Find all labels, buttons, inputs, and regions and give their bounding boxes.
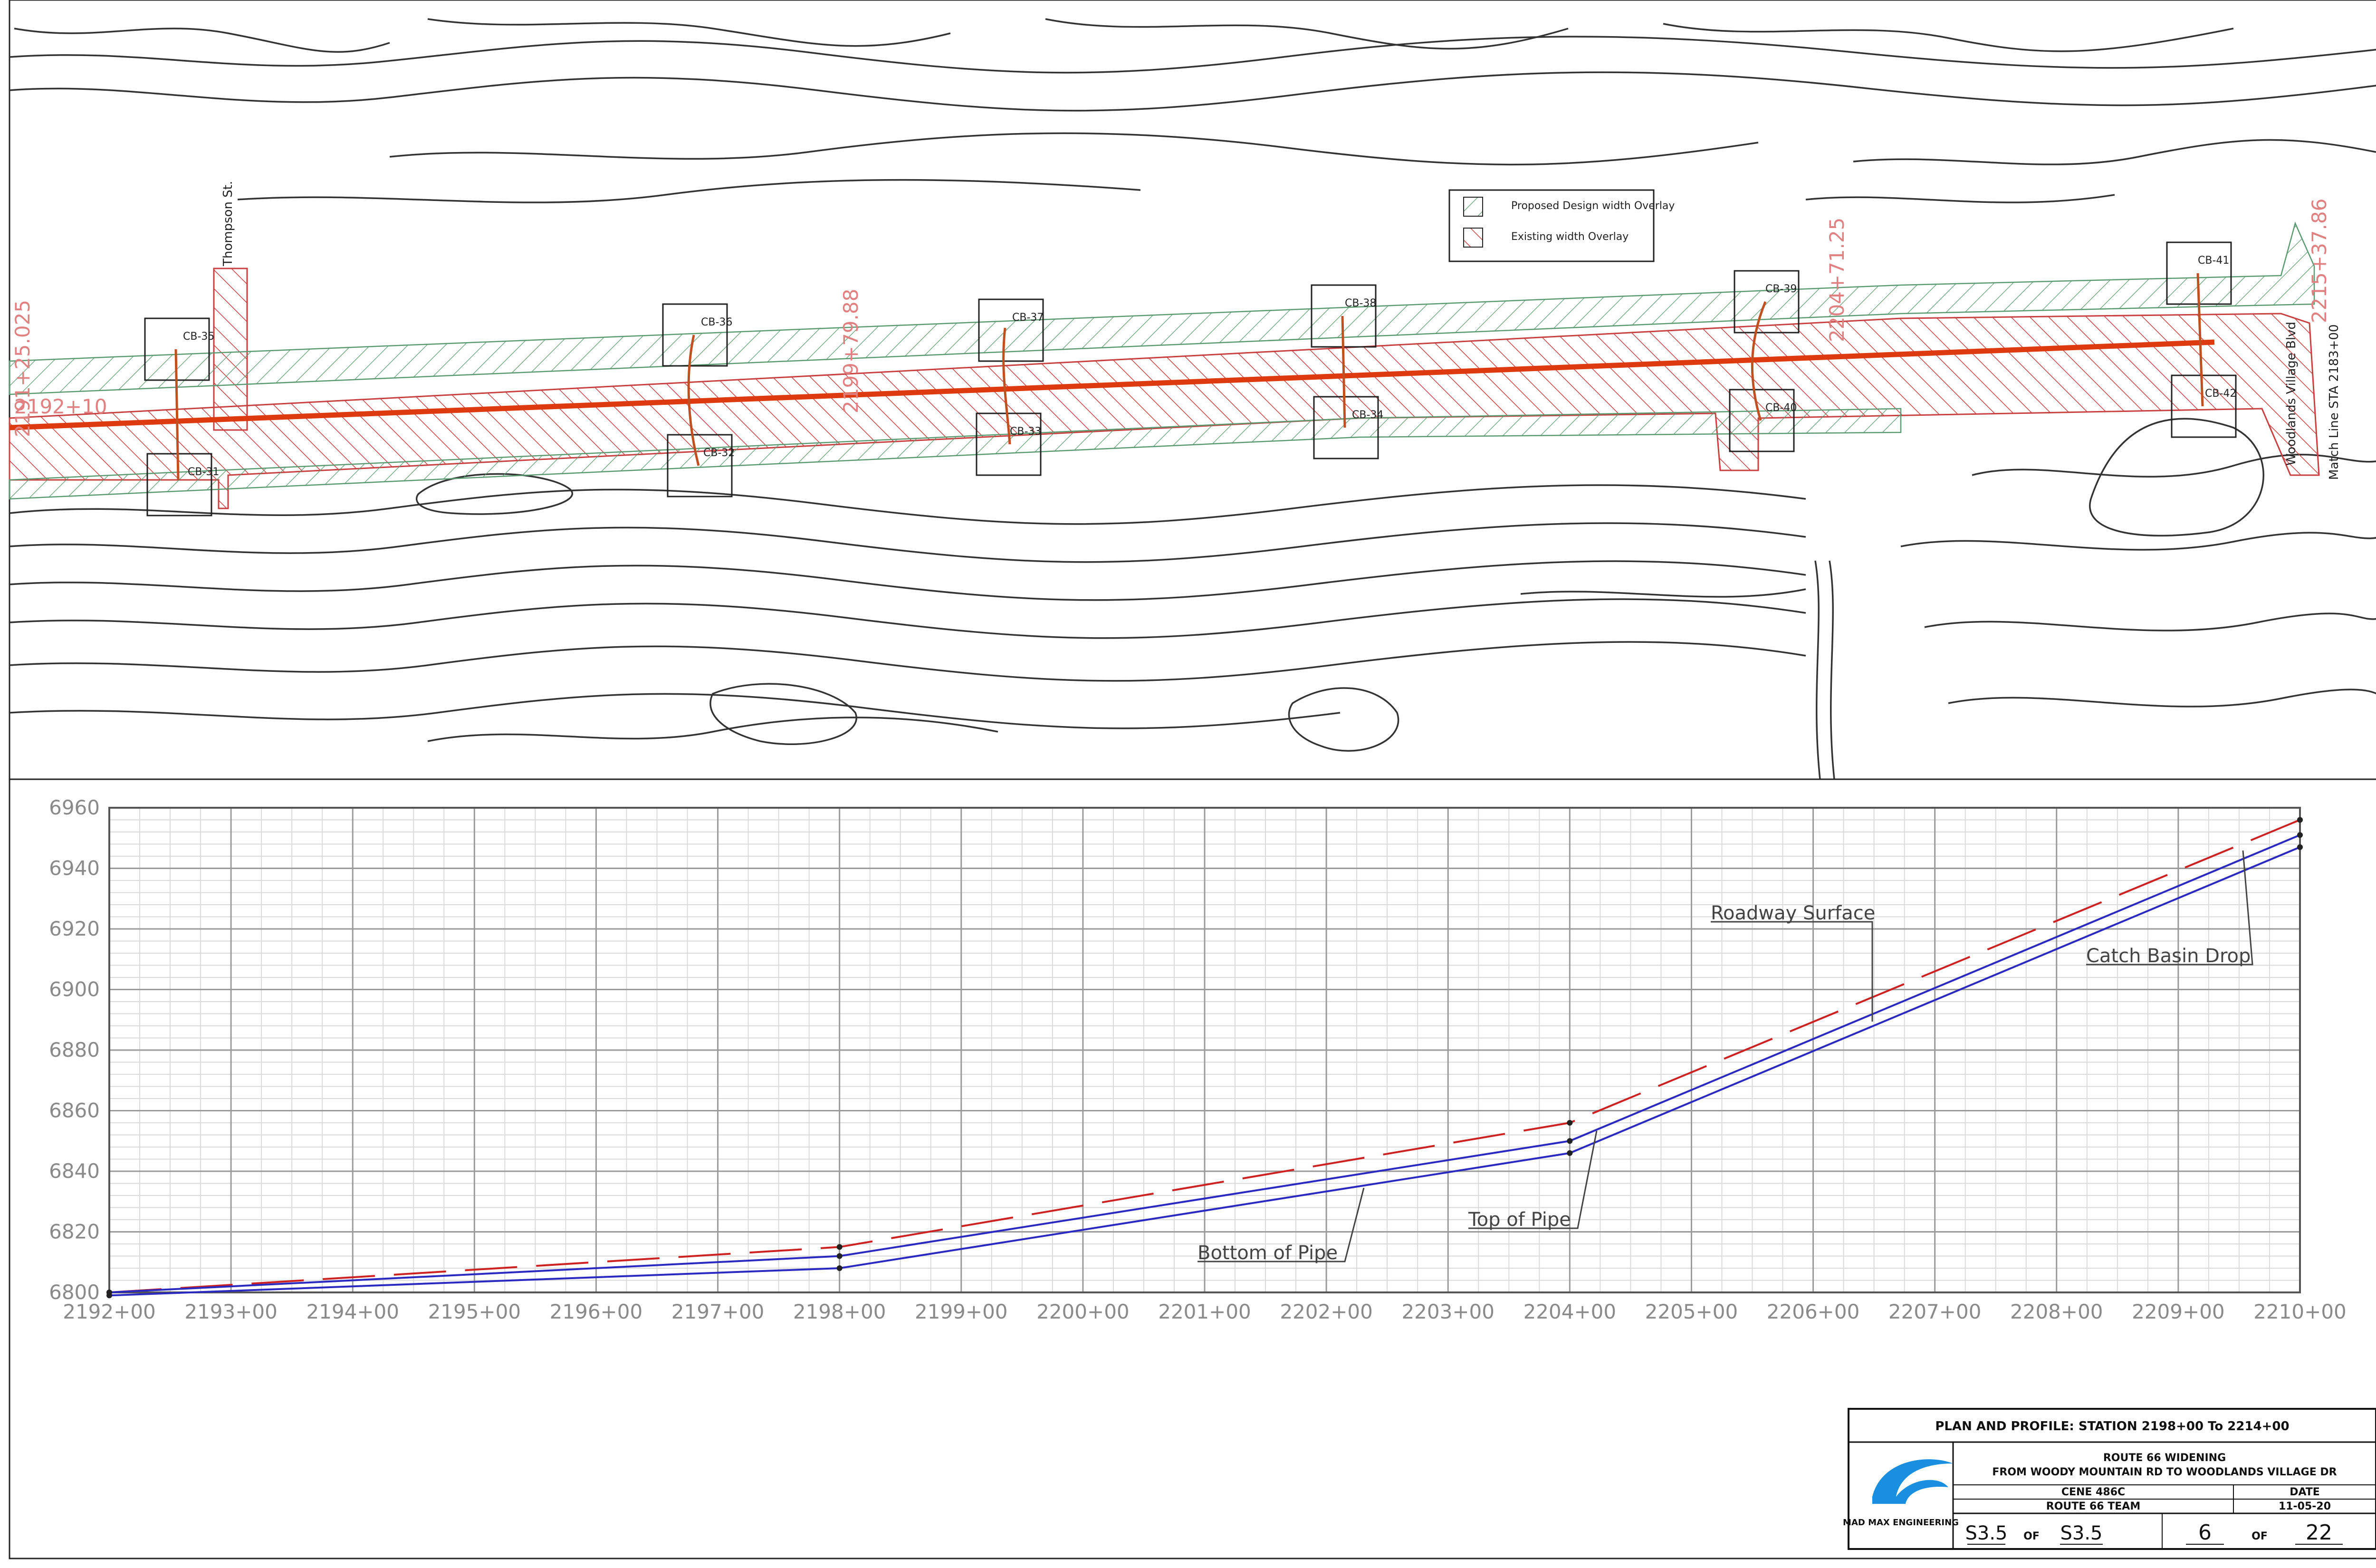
y-tick-label: 6800 [49,1281,100,1304]
team-name: ROUTE 66 TEAM [2046,1501,2140,1512]
station-label: 2199+79.88 [839,289,862,413]
y-tick-label: 6940 [49,857,100,880]
sheet-total: 22 [2306,1520,2332,1545]
roadway-surface-label: Roadway Surface [1711,902,1875,924]
y-tick-label: 6860 [49,1099,100,1122]
profile-vertex-point [1567,1138,1573,1144]
profile-vertex-point [2297,817,2303,823]
x-tick-label: 2202+00 [1280,1300,1373,1323]
profile-vertex-point [836,1253,843,1259]
thompson-st-label: Thompson St. [221,181,235,267]
legend-swatch-proposed [1463,197,1483,217]
station-label: 2215+37.86 [2308,199,2331,323]
project-subtitle: FROM WOODY MOUNTAIN RD TO WOODLANDS VILL… [1992,1466,2337,1478]
woodlands-blvd-label: Woodlands Village Blvd [2284,322,2299,466]
sheet-id: S3.5 [1965,1522,2007,1544]
cb-label: CB-37 [1012,312,1044,324]
date-label: DATE [2290,1486,2320,1498]
project-title: ROUTE 66 WIDENING [2103,1452,2226,1464]
cb-label: CB-31 [188,466,219,478]
x-tick-label: 2206+00 [1767,1300,1860,1323]
cb-label: CB-33 [1010,426,1041,438]
match-line-label: Match Line STA 2183+00 [2327,324,2341,480]
x-tick-label: 2207+00 [1888,1300,1982,1323]
legend-swatch-existing [1463,228,1483,248]
title-block-header: PLAN AND PROFILE: STATION 2198+00 To 221… [1935,1419,2289,1434]
x-tick-label: 2209+00 [2132,1300,2225,1323]
cb-label: CB-38 [1345,297,1376,309]
course-code: CENE 486C [2061,1486,2125,1498]
profile-grid [108,807,2301,1293]
x-tick-label: 2200+00 [1036,1300,1130,1323]
sheet-of-label: OF [2023,1530,2040,1542]
plan-view: CB-35 CB-36 CB-37 CB-38 CB-39 CB-41 CB-3… [9,0,2376,780]
date-value: 11-05-20 [2279,1501,2331,1512]
sheet-id-total: S3.5 [2060,1522,2102,1544]
y-tick-label: 6820 [49,1220,100,1243]
legend-existing-label: Existing width Overlay [1511,231,1629,243]
station-label: 2192+10 [14,395,107,418]
profile-annotations: Roadway Surface Catch Basin Drop Top of … [1198,850,2253,1264]
profile-vertex-point [836,1244,843,1250]
sheet-of-label-2: OF [2251,1530,2268,1542]
x-tick-label: 2197+00 [671,1300,765,1323]
cb-label: CB-35 [183,331,214,343]
bottom-of-pipe-label: Bottom of Pipe [1198,1242,1338,1264]
cb-label: CB-42 [2205,388,2236,400]
profile-vertex-point [106,1292,112,1299]
cb-label: CB-39 [1765,283,1797,295]
profile-vertex-point [1567,1150,1573,1156]
x-tick-label: 2208+00 [2010,1300,2103,1323]
cb-label: CB-40 [1765,402,1797,414]
top-of-pipe-label: Top of Pipe [1468,1209,1571,1231]
x-tick-label: 2204+00 [1523,1300,1617,1323]
cb-label: CB-36 [701,316,732,328]
profile-vertex-point [2297,832,2303,838]
profile-vertex-point [1567,1120,1573,1126]
cb-label: CB-41 [2198,255,2229,267]
y-tick-label: 6920 [49,917,100,940]
y-tick-label: 6880 [49,1038,100,1061]
drawing-sheet: CB-35 CB-36 CB-37 CB-38 CB-39 CB-41 CB-3… [9,0,2376,1559]
x-tick-label: 2195+00 [428,1300,521,1323]
x-tick-label: 2194+00 [306,1300,399,1323]
x-tick-label: 2198+00 [793,1300,886,1323]
company-name: MAD MAX ENGINEERING [1843,1518,1959,1528]
x-tick-label: 2203+00 [1401,1300,1495,1323]
profile-vertex-point [836,1265,843,1271]
station-label: 2204+71.25 [1825,218,1849,342]
sheet-number: 6 [2198,1520,2212,1545]
x-tick-label: 2201+00 [1158,1300,1251,1323]
cb-label: CB-34 [1352,409,1383,421]
x-tick-label: 2199+00 [915,1300,1008,1323]
catch-basin-drop-label: Catch Basin Drop [2086,945,2251,967]
y-tick-label: 6840 [49,1159,100,1183]
profile-vertex-point [2297,844,2303,850]
x-tick-label: 2196+00 [550,1300,643,1323]
cb-label: CB-32 [703,447,735,459]
x-tick-label: 2205+00 [1645,1300,1738,1323]
y-tick-label: 6900 [49,978,100,1001]
y-tick-label: 6960 [49,796,100,819]
title-block: PLAN AND PROFILE: STATION 2198+00 To 221… [1843,1408,2376,1550]
x-tick-label: 2193+00 [184,1300,278,1323]
thompson-st-overlay [213,268,248,431]
legend-proposed-label: Proposed Design width Overlay [1511,200,1675,212]
x-tick-label: 2210+00 [2253,1300,2347,1323]
plan-legend: Proposed Design width Overlay Existing w… [1448,189,1675,262]
